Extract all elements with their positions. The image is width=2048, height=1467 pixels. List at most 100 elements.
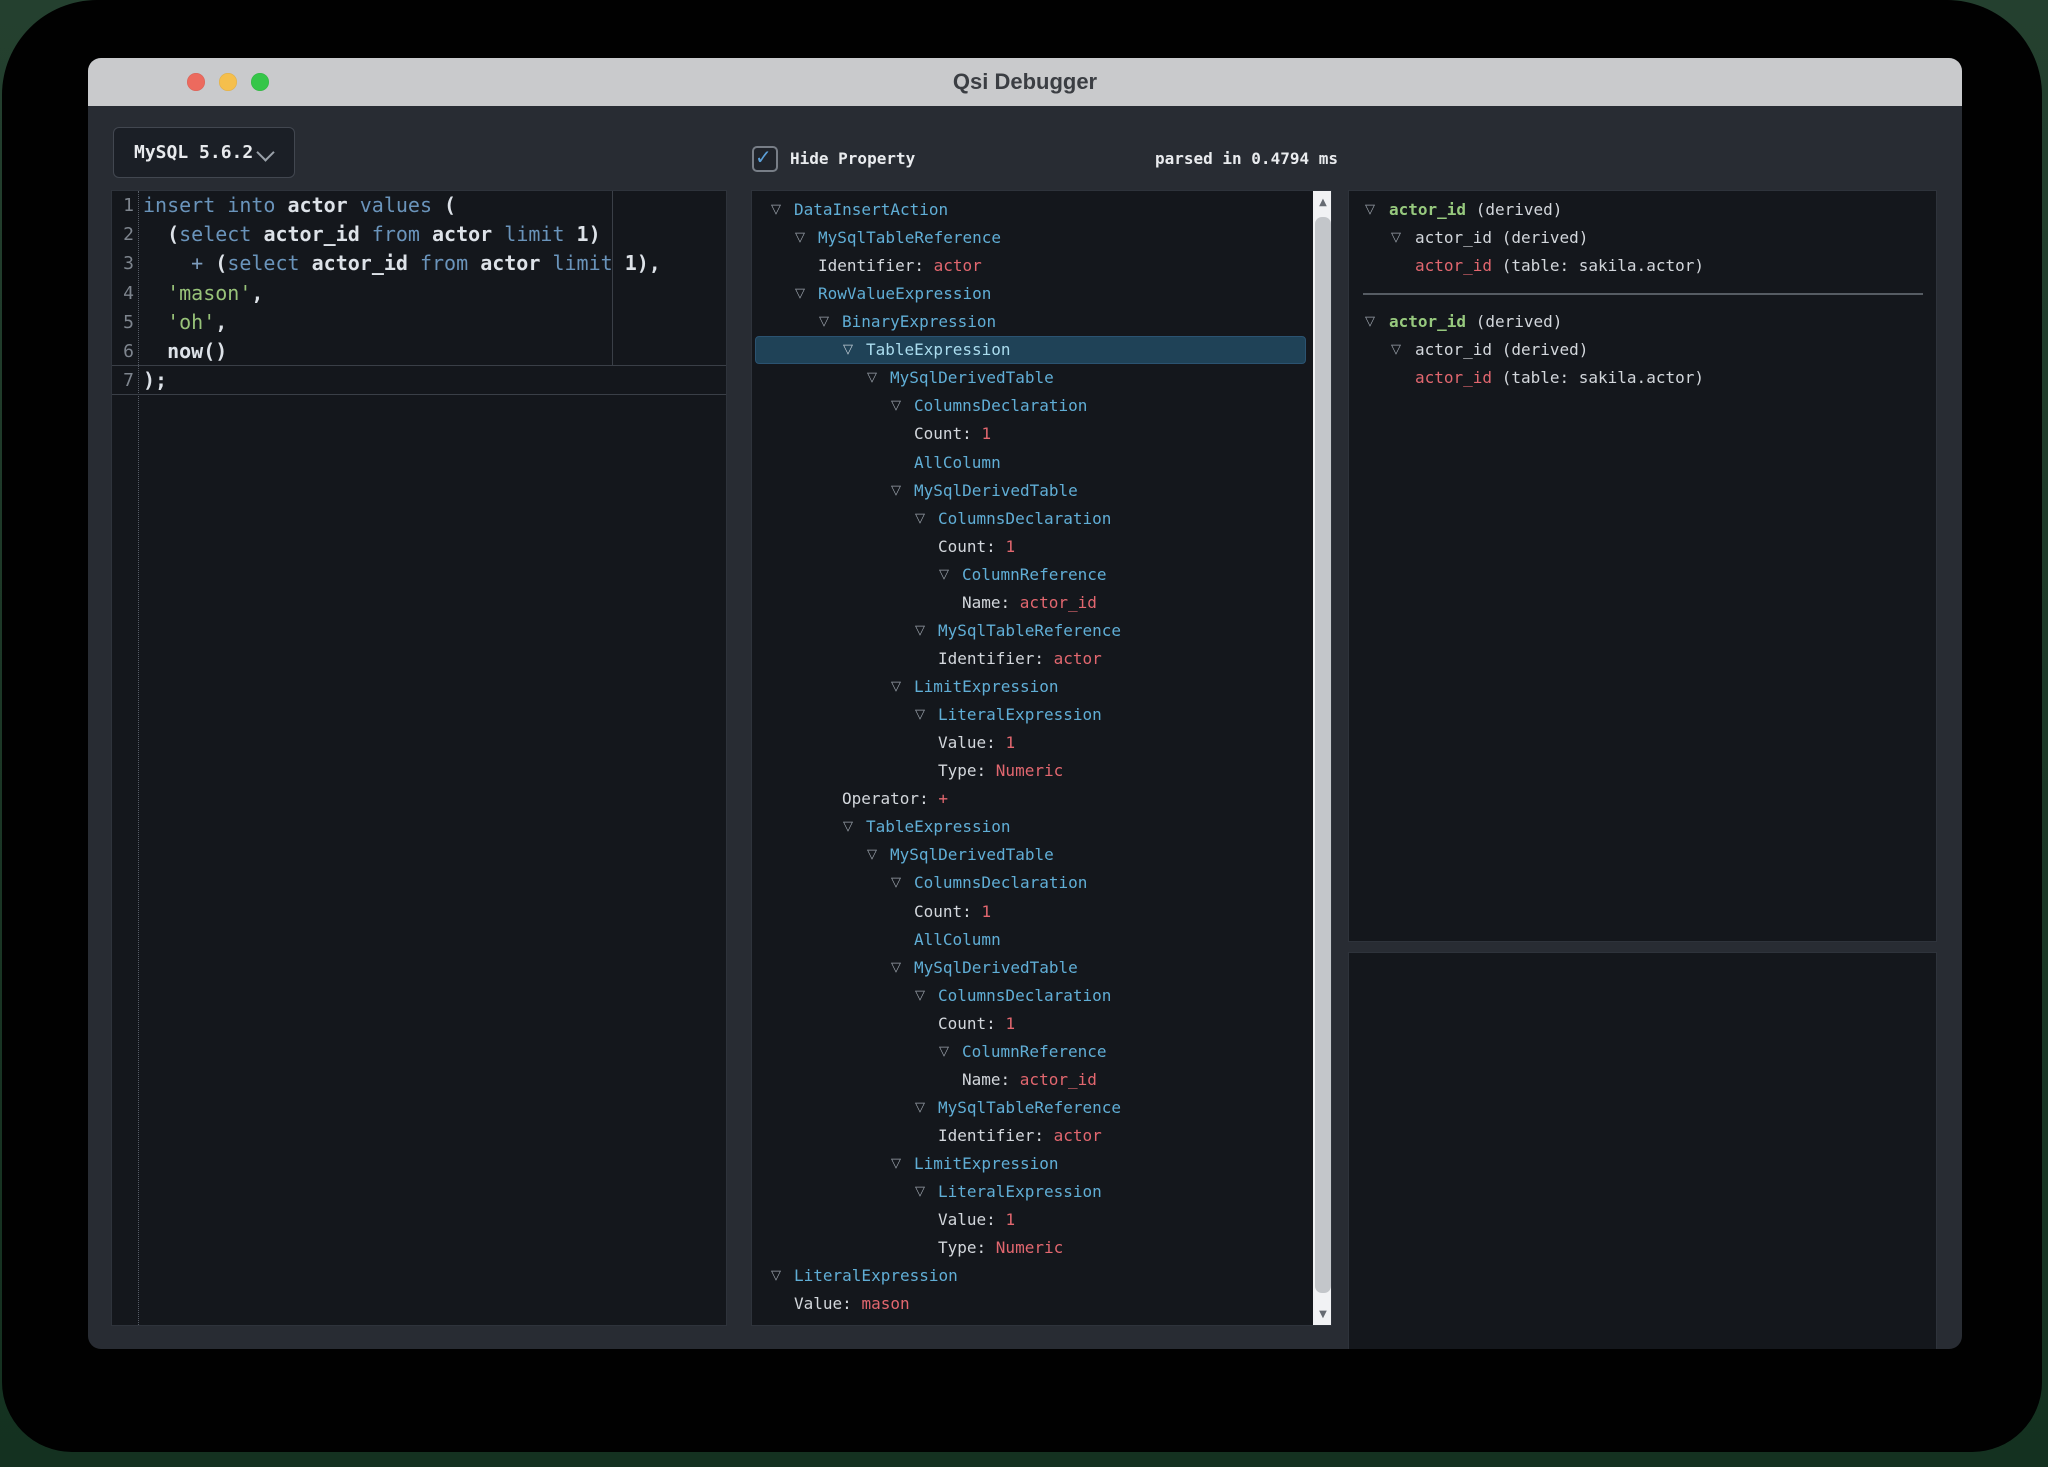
scroll-down-icon[interactable]: ▼ xyxy=(1313,1305,1332,1325)
semantic-row[interactable]: ▽actor_id (derived) xyxy=(1349,224,1907,252)
tree-property[interactable]: Value: 1 xyxy=(752,729,1310,757)
tree-node[interactable]: ▽MySqlTableReference xyxy=(752,1094,1310,1122)
tree-row-label: Identifier: actor xyxy=(938,645,1102,673)
tree-property[interactable]: Count: 1 xyxy=(752,898,1310,926)
expander-icon[interactable]: ▽ xyxy=(815,308,833,336)
hide-property-label[interactable]: Hide Property xyxy=(790,146,915,172)
expander-icon[interactable]: ▽ xyxy=(911,617,929,645)
tree-node[interactable]: ▽ColumnsDeclaration xyxy=(752,982,1310,1010)
scroll-up-icon[interactable]: ▲ xyxy=(1313,193,1332,213)
tree-node[interactable]: ▽DataInsertAction xyxy=(752,196,1310,224)
tree-property[interactable]: Count: 1 xyxy=(752,1010,1310,1038)
detail-panel[interactable] xyxy=(1348,952,1937,1349)
semantic-row[interactable]: actor_id (table: sakila.actor) xyxy=(1349,252,1907,280)
tree-property[interactable]: Count: 1 xyxy=(752,533,1310,561)
tree-node[interactable]: ▽ColumnsDeclaration xyxy=(752,869,1310,897)
expander-icon[interactable]: ▽ xyxy=(911,701,929,729)
tree-node[interactable]: ▽ColumnsDeclaration xyxy=(752,505,1310,533)
expander-icon[interactable]: ▽ xyxy=(935,1038,953,1066)
tree-node[interactable]: ▽LiteralExpression xyxy=(752,1178,1310,1206)
tree-node[interactable]: ▽ColumnsDeclaration xyxy=(752,392,1310,420)
tree-property[interactable]: Operator: + xyxy=(752,785,1310,813)
zoom-button[interactable] xyxy=(251,73,269,91)
expander-icon[interactable]: ▽ xyxy=(863,364,881,392)
expander-icon[interactable]: ▽ xyxy=(911,1178,929,1206)
tree-property[interactable]: Value: 1 xyxy=(752,1206,1310,1234)
semantics-panel[interactable]: ▽actor_id (derived)▽actor_id (derived)ac… xyxy=(1348,190,1937,942)
expander-icon[interactable]: ▽ xyxy=(911,1094,929,1122)
expander-icon[interactable]: ▽ xyxy=(839,336,857,364)
code-line[interactable]: 6 now() xyxy=(112,337,726,366)
ast-tree-panel[interactable]: ▽DataInsertAction▽MySqlTableReferenceIde… xyxy=(751,190,1332,1326)
semantic-row[interactable]: ▽actor_id (derived) xyxy=(1349,196,1907,224)
minimize-button[interactable] xyxy=(219,73,237,91)
expander-icon[interactable]: ▽ xyxy=(1361,196,1379,224)
semantic-row[interactable]: actor_id (table: sakila.actor) xyxy=(1349,364,1907,392)
expander-icon[interactable]: ▽ xyxy=(791,280,809,308)
expander-icon[interactable]: ▽ xyxy=(935,561,953,589)
close-button[interactable] xyxy=(187,73,205,91)
tree-property[interactable]: Count: 1 xyxy=(752,420,1310,448)
tree-property[interactable]: Type: String xyxy=(752,1318,1310,1326)
sql-editor[interactable]: 1insert into actor values (2 (select act… xyxy=(111,190,727,1326)
code-line[interactable]: 5 'oh', xyxy=(112,308,726,337)
tree-property[interactable]: Identifier: actor xyxy=(752,645,1310,673)
code-line[interactable]: 4 'mason', xyxy=(112,279,726,308)
code-line[interactable]: 3 + (select actor_id from actor limit 1)… xyxy=(112,249,726,278)
expander-icon[interactable]: ▽ xyxy=(887,673,905,701)
tree-node[interactable]: ▽RowValueExpression xyxy=(752,280,1310,308)
expander-icon[interactable]: ▽ xyxy=(767,1262,785,1290)
expander-icon[interactable]: ▽ xyxy=(767,196,785,224)
tree-node[interactable]: ▽LimitExpression xyxy=(752,673,1310,701)
expander-icon[interactable]: ▽ xyxy=(1361,308,1379,336)
semantic-row[interactable]: ▽actor_id (derived) xyxy=(1349,308,1907,336)
tree-property[interactable]: Identifier: actor xyxy=(752,1122,1310,1150)
tree-property[interactable]: Type: Numeric xyxy=(752,757,1310,785)
tree-row-label: Value: 1 xyxy=(938,729,1015,757)
tree-node[interactable]: ▽MySqlTableReference xyxy=(752,617,1310,645)
expander-icon[interactable]: ▽ xyxy=(1387,336,1405,364)
code-line[interactable]: 1insert into actor values ( xyxy=(112,191,726,220)
expander-icon[interactable]: ▽ xyxy=(1387,224,1405,252)
scrollbar-thumb[interactable] xyxy=(1315,217,1331,1293)
expander-icon[interactable]: ▽ xyxy=(887,392,905,420)
expander-icon[interactable]: ▽ xyxy=(839,813,857,841)
expander-icon[interactable]: ▽ xyxy=(887,869,905,897)
tree-node[interactable]: ▽LimitExpression xyxy=(752,1150,1310,1178)
tree-property[interactable]: Value: mason xyxy=(752,1290,1310,1318)
tree-node[interactable]: ▽LiteralExpression xyxy=(752,1262,1310,1290)
tree-node[interactable]: AllColumn xyxy=(752,449,1310,477)
hide-property-checkbox[interactable]: ✓ xyxy=(752,146,778,172)
tree-node[interactable]: ▽ColumnReference xyxy=(752,561,1310,589)
tree-node[interactable]: ▽ TableExpression xyxy=(752,813,1310,841)
tree-node[interactable]: ▽BinaryExpression xyxy=(752,308,1310,336)
tree-node[interactable]: ▽MySqlDerivedTable xyxy=(752,954,1310,982)
code-text: 'oh', xyxy=(143,308,227,337)
tree-node[interactable]: ▽TableExpression xyxy=(752,336,1310,364)
tree-property[interactable]: Name: actor_id xyxy=(752,589,1310,617)
expander-icon[interactable]: ▽ xyxy=(887,954,905,982)
tree-node[interactable]: ▽MySqlDerivedTable xyxy=(752,364,1310,392)
tree-property[interactable]: Type: Numeric xyxy=(752,1234,1310,1262)
expander-icon[interactable]: ▽ xyxy=(887,477,905,505)
tree-node[interactable]: ▽MySqlDerivedTable xyxy=(752,841,1310,869)
tree-node[interactable]: AllColumn xyxy=(752,926,1310,954)
tree-property[interactable]: Identifier: actor xyxy=(752,252,1310,280)
titlebar[interactable]: Qsi Debugger xyxy=(88,58,1962,106)
expander-icon[interactable]: ▽ xyxy=(911,982,929,1010)
expander-icon[interactable]: ▽ xyxy=(791,224,809,252)
tree-node[interactable]: ▽LiteralExpression xyxy=(752,701,1310,729)
expander-icon[interactable]: ▽ xyxy=(911,505,929,533)
expander-icon[interactable]: ▽ xyxy=(863,841,881,869)
tree-node[interactable]: ▽MySqlTableReference xyxy=(752,224,1310,252)
code-line[interactable]: 2 (select actor_id from actor limit 1) xyxy=(112,220,726,249)
tree-row-label: TableExpression xyxy=(866,813,1011,841)
expander-icon[interactable]: ▽ xyxy=(887,1150,905,1178)
tree-node[interactable]: ▽ColumnReference xyxy=(752,1038,1310,1066)
code-line[interactable]: 7); xyxy=(112,366,726,395)
tree-property[interactable]: Name: actor_id xyxy=(752,1066,1310,1094)
dialect-dropdown[interactable]: MySQL 5.6.2 xyxy=(113,127,295,178)
semantic-row[interactable]: ▽actor_id (derived) xyxy=(1349,336,1907,364)
tree-scrollbar[interactable]: ▲ ▼ xyxy=(1313,191,1332,1326)
tree-node[interactable]: ▽MySqlDerivedTable xyxy=(752,477,1310,505)
